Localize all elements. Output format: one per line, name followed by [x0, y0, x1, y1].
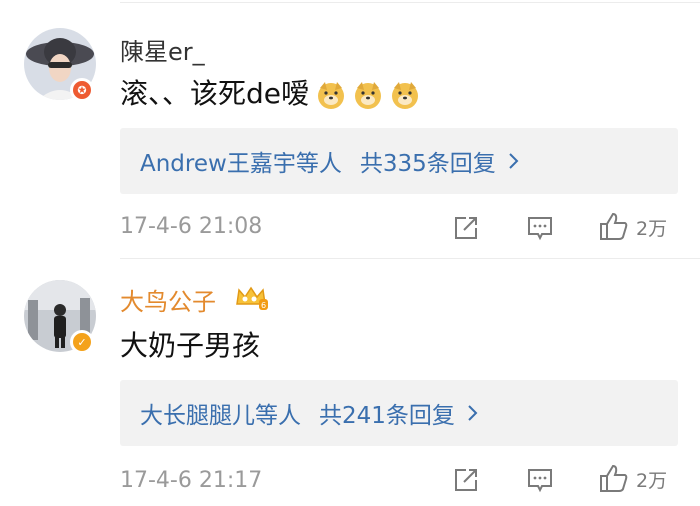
- crown-level-icon: 6: [236, 286, 268, 310]
- comment-item: ✓ 大鸟公子 6 大奶子男孩 大长腿腿儿等人 共241条回复 17-4-6 21…: [0, 0, 700, 506]
- repost-icon: [455, 469, 477, 491]
- svg-text:6: 6: [261, 301, 266, 310]
- chevron-right-icon: [467, 404, 479, 422]
- comment-button[interactable]: [526, 466, 554, 494]
- repost-button[interactable]: [452, 466, 480, 494]
- like-button[interactable]: 2万: [598, 463, 667, 495]
- reply-count: 共241条回复: [319, 403, 455, 429]
- verified-v-badge-icon: ✓: [70, 330, 94, 354]
- comment-date: 17-4-6 21:17: [120, 468, 263, 493]
- comment-text: 大奶子男孩: [120, 329, 261, 362]
- reply-summary-button[interactable]: 大长腿腿儿等人 共241条回复: [120, 380, 678, 446]
- thumbs-up-icon: [600, 464, 628, 492]
- like-count: 2万: [636, 469, 668, 492]
- comment-icon: [528, 469, 552, 493]
- comment-username[interactable]: 大鸟公子: [120, 282, 216, 317]
- reply-names: 大长腿腿儿等人: [140, 403, 301, 429]
